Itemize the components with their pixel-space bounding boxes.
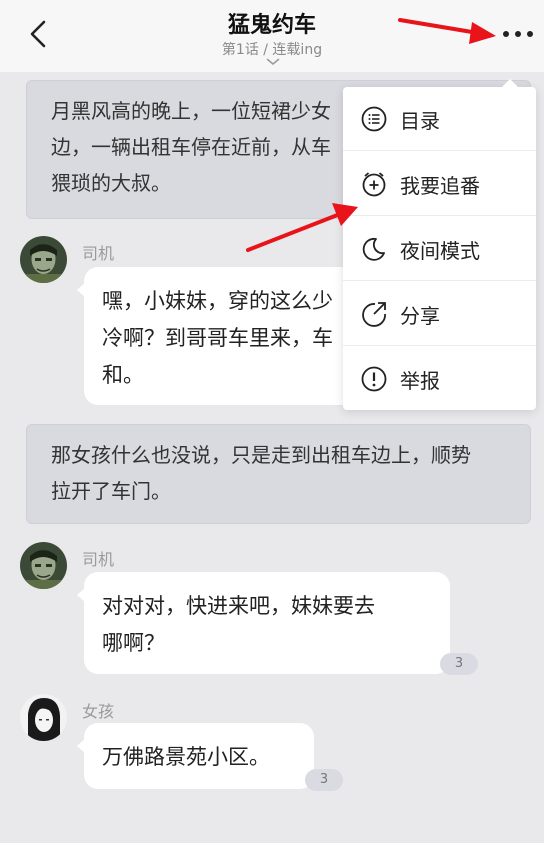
comment-count-badge[interactable]: 3 [305,769,343,791]
more-dots-icon [503,31,509,37]
report-icon [361,366,387,392]
menu-item-catalog[interactable]: 目录 [343,87,536,151]
share-icon [362,302,386,327]
narration-line: 那女孩什么也没说，只是走到出租车边上，顺势 [51,443,471,467]
chapter-subtitle[interactable]: 第1话 / 连载ing [0,39,544,59]
chevron-down-icon[interactable] [266,58,280,66]
speaker-name: 司机 [82,244,115,263]
avatar[interactable] [20,542,67,589]
menu-item-night-mode[interactable]: 夜间模式 [343,217,536,281]
chat-bubble: 万佛路景苑小区。 [77,723,314,789]
narration-block: 那女孩什么也没说，只是走到出租车边上，顺势 拉开了车门。 [26,424,531,524]
menu-item-report[interactable]: 举报 [343,347,536,411]
menu-item-follow[interactable]: 我要追番 [343,152,536,216]
message-line: 哪啊？ [102,631,165,655]
more-button[interactable] [500,24,536,44]
speaker-name: 女孩 [82,702,115,721]
chat-bubble: 对对对，快进来吧，妹妹要去 哪啊？ [77,572,450,674]
message-line: 对对对，快进来吧，妹妹要去 [102,594,375,618]
alarm-add-icon [362,172,386,197]
list-icon [361,106,387,132]
avatar[interactable] [20,694,67,741]
message-line: 万佛路景苑小区。 [102,745,270,769]
narration-line: 拉开了车门。 [51,479,171,503]
comment-count-badge[interactable]: 3 [440,653,478,675]
speaker-name: 司机 [82,550,115,569]
menu-item-label: 分享 [400,304,440,328]
menu-item-label: 我要追番 [400,174,480,198]
top-bar: 猛鬼约车 第1话 / 连载ing [0,0,544,72]
menu-item-label: 夜间模式 [400,239,480,263]
avatar[interactable] [20,236,67,283]
page-title: 猛鬼约车 [227,13,316,38]
menu-item-label: 举报 [400,369,440,393]
more-menu: 目录 我要追番 夜间模式 分享 举报 [343,79,536,411]
menu-item-share[interactable]: 分享 [343,282,536,346]
menu-item-label: 目录 [400,109,440,133]
moon-icon [362,237,385,261]
